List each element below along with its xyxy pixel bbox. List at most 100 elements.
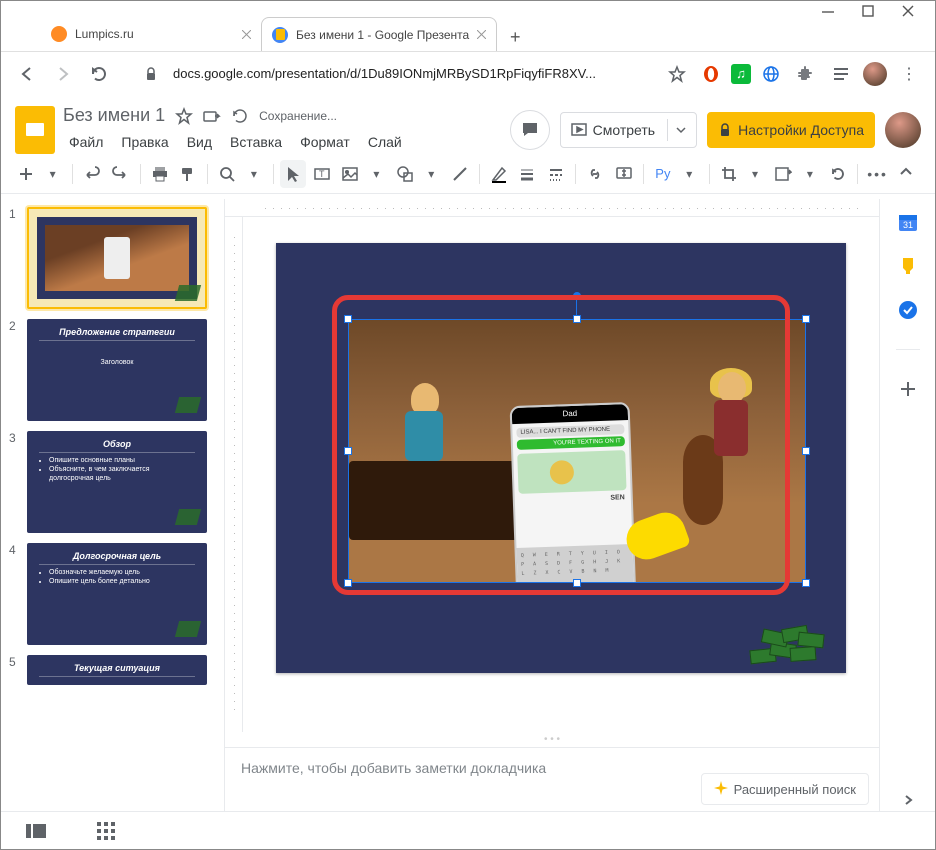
nav-back-button[interactable] xyxy=(13,60,41,88)
tab-slides[interactable]: Без имени 1 - Google Презента xyxy=(261,17,497,51)
resize-handle[interactable] xyxy=(802,579,810,587)
add-addon-icon[interactable] xyxy=(897,378,919,400)
tab-title: Lumpics.ru xyxy=(75,27,134,41)
crop-dropdown[interactable]: ▾ xyxy=(742,160,768,188)
share-label: Настройки Доступа xyxy=(738,122,864,138)
app-workspace: Без имени 1 Сохранение... Файл Правка Ви… xyxy=(1,95,935,194)
thumb-4[interactable]: 4 Долгосрочная цель Обозначьте желаемую … xyxy=(9,543,224,645)
select-tool[interactable] xyxy=(280,160,306,188)
nav-fwd-button[interactable] xyxy=(49,60,77,88)
comments-button[interactable] xyxy=(510,110,550,150)
image-dropdown[interactable]: ▾ xyxy=(363,160,389,188)
present-button[interactable]: Смотреть xyxy=(560,112,697,148)
border-weight-button[interactable] xyxy=(514,160,540,188)
grid-view-button[interactable] xyxy=(91,816,121,846)
ext-opera-icon[interactable] xyxy=(699,62,723,86)
advanced-search-button[interactable]: Расширенный поиск xyxy=(701,773,869,805)
share-button[interactable]: Настройки Доступа xyxy=(707,112,875,148)
resize-handle[interactable] xyxy=(802,315,810,323)
tab-lumpics[interactable]: Lumpics.ru xyxy=(41,17,261,51)
lock-icon[interactable] xyxy=(137,60,165,88)
new-slide-button[interactable] xyxy=(13,160,39,188)
move-icon[interactable] xyxy=(203,107,221,125)
tasks-icon[interactable] xyxy=(897,299,919,321)
canvas-area: Dad LISA... I CAN'T FIND MY PHONE YOU'RE… xyxy=(225,199,879,811)
close-tab-icon[interactable] xyxy=(242,30,251,39)
ext-globe-icon[interactable] xyxy=(759,62,783,86)
zoom-button[interactable] xyxy=(214,160,240,188)
reload-button[interactable] xyxy=(85,60,113,88)
comment-button[interactable] xyxy=(610,160,636,188)
ruler-horizontal xyxy=(225,199,879,217)
hide-sidepanel-icon[interactable] xyxy=(897,789,919,811)
svg-text:T: T xyxy=(319,169,325,179)
collapse-toolbar-button[interactable] xyxy=(893,160,923,188)
line-tool[interactable] xyxy=(446,160,472,188)
menu-bar: Файл Правка Вид Вставка Формат Слай xyxy=(63,130,502,154)
reading-list-icon[interactable] xyxy=(827,60,855,88)
slide-canvas[interactable]: Dad LISA... I CAN'T FIND MY PHONE YOU'RE… xyxy=(276,243,846,673)
bookmark-star-icon[interactable] xyxy=(663,60,691,88)
thumb-3[interactable]: 3 Обзор Опишите основные планы Объясните… xyxy=(9,431,224,533)
thumb-1[interactable]: 1 xyxy=(9,207,224,309)
saving-label: Сохранение... xyxy=(259,109,337,123)
address-bar-row: docs.google.com/presentation/d/1Du89IONm… xyxy=(1,51,935,95)
spellcheck-dropdown[interactable]: ▾ xyxy=(676,160,702,188)
menu-format[interactable]: Формат xyxy=(294,130,356,154)
crop-button[interactable] xyxy=(715,160,741,188)
link-button[interactable] xyxy=(582,160,608,188)
keep-icon[interactable] xyxy=(897,255,919,277)
shape-tool[interactable] xyxy=(392,160,418,188)
close-tab-icon[interactable] xyxy=(477,30,486,39)
menu-edit[interactable]: Правка xyxy=(115,130,174,154)
thumb-2[interactable]: 2 Предложение стратегии Заголовок xyxy=(9,319,224,421)
menu-insert[interactable]: Вставка xyxy=(224,130,288,154)
new-slide-dropdown[interactable]: ▾ xyxy=(39,160,65,188)
border-dash-button[interactable] xyxy=(543,160,569,188)
main-area: 1 2 Предложение стратегии Заголовок 3 Об… xyxy=(1,199,879,811)
thumb-5[interactable]: 5 Текущая ситуация xyxy=(9,655,224,685)
favicon-slides xyxy=(272,27,288,43)
calendar-icon[interactable]: 31 xyxy=(897,211,919,233)
highlight-frame xyxy=(332,295,790,595)
extensions-icon[interactable] xyxy=(791,60,819,88)
toolbar: ▾ ▾ T ▾ ▾ Ру ▾ ▾ ▾ ••• xyxy=(1,154,935,194)
reset-image-button[interactable] xyxy=(825,160,851,188)
ruler-vertical xyxy=(225,217,243,732)
replace-image-button[interactable] xyxy=(770,160,796,188)
textbox-tool[interactable]: T xyxy=(308,160,334,188)
doc-title-input[interactable]: Без имени 1 xyxy=(63,105,165,126)
spellcheck-button[interactable]: Ру xyxy=(650,160,676,188)
undo-button[interactable] xyxy=(79,160,105,188)
menu-file[interactable]: Файл xyxy=(63,130,109,154)
money-graphic xyxy=(746,609,836,663)
filmstrip-view-button[interactable] xyxy=(21,816,51,846)
window-controls xyxy=(1,1,935,15)
slide-thumbnails: 1 2 Предложение стратегии Заголовок 3 Об… xyxy=(1,199,225,811)
replace-image-dropdown[interactable]: ▾ xyxy=(797,160,823,188)
menu-slide[interactable]: Слай xyxy=(362,130,408,154)
image-tool[interactable] xyxy=(337,160,363,188)
new-tab-button[interactable]: + xyxy=(501,23,529,51)
print-button[interactable] xyxy=(147,160,173,188)
present-label: Смотреть xyxy=(593,122,655,138)
url-text[interactable]: docs.google.com/presentation/d/1Du89IONm… xyxy=(173,66,655,81)
notes-placeholder: Нажмите, чтобы добавить заметки докладчи… xyxy=(241,760,546,776)
svg-text:31: 31 xyxy=(902,220,912,230)
slides-logo[interactable] xyxy=(15,106,55,154)
tab-title: Без имени 1 - Google Презента xyxy=(296,28,469,42)
star-outline-icon[interactable] xyxy=(175,107,193,125)
profile-avatar[interactable] xyxy=(863,62,887,86)
paint-format-button[interactable] xyxy=(175,160,201,188)
redo-button[interactable] xyxy=(107,160,133,188)
more-tools-button[interactable]: ••• xyxy=(864,160,890,188)
shape-dropdown[interactable]: ▾ xyxy=(418,160,444,188)
user-avatar[interactable] xyxy=(885,112,921,148)
resize-handle[interactable] xyxy=(802,447,810,455)
menu-view[interactable]: Вид xyxy=(181,130,218,154)
border-color-button[interactable] xyxy=(486,160,512,188)
chevron-down-icon[interactable] xyxy=(676,125,686,135)
browser-menu-icon[interactable]: ⋮ xyxy=(895,60,923,88)
zoom-dropdown[interactable]: ▾ xyxy=(241,160,267,188)
ext-music-icon[interactable]: ♫ xyxy=(731,64,751,84)
